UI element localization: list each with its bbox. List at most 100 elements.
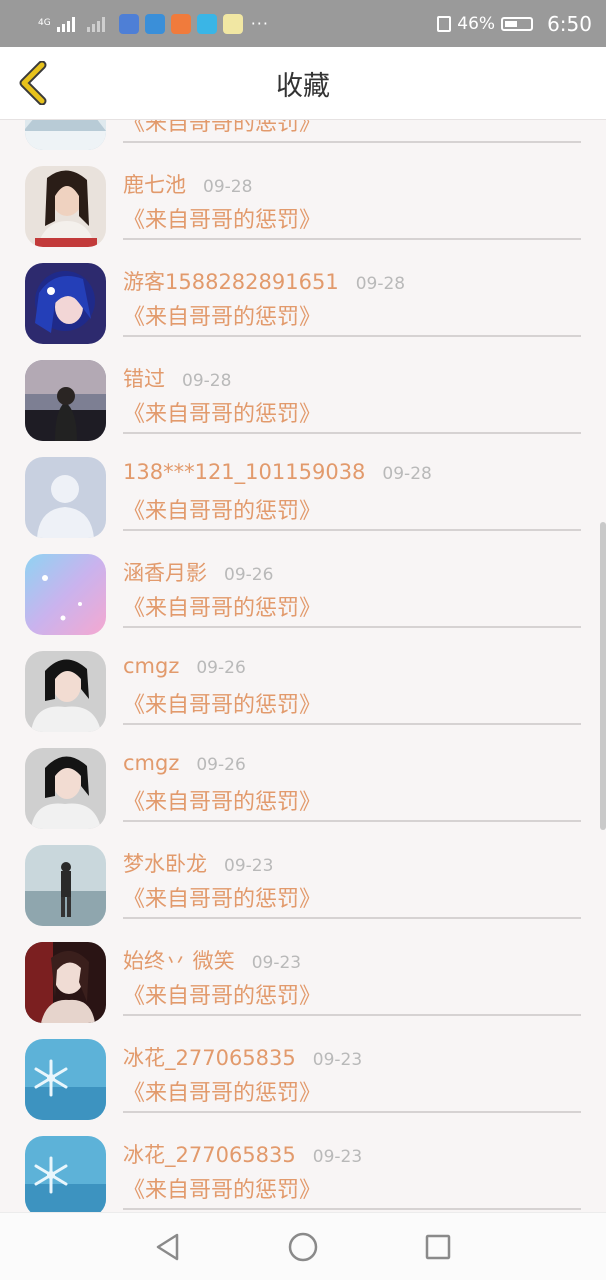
avatar[interactable]	[25, 554, 106, 635]
list-item[interactable]: 游客1588282891651 09-28 《来自哥哥的惩罚》	[0, 248, 606, 345]
list-item[interactable]: 鹿七池 09-28 《来自哥哥的惩罚》	[0, 151, 606, 248]
book-title[interactable]: 《来自哥哥的惩罚》	[123, 299, 321, 331]
signal-2-icon	[86, 16, 105, 32]
user-name[interactable]: 冰花_277065835	[123, 1042, 296, 1072]
triangle-back-icon	[156, 1233, 179, 1261]
divider	[123, 1208, 581, 1210]
list-item[interactable]: 138***121_101159038 09-28 《来自哥哥的惩罚》	[0, 442, 606, 539]
app-notification-icon	[222, 13, 243, 34]
book-title[interactable]: 《来自哥哥的惩罚》	[123, 396, 321, 428]
item-date: 09-23	[312, 1147, 363, 1167]
item-meta: 错过 09-28	[123, 363, 231, 393]
divider	[123, 335, 581, 337]
vibrate-icon	[437, 15, 452, 32]
list-item[interactable]: cmgz 09-26 《来自哥哥的惩罚》	[0, 733, 606, 830]
user-name[interactable]: 始终丷 微笑	[123, 945, 235, 975]
back-button[interactable]	[16, 60, 52, 106]
list-item[interactable]: 冰花_277065835 09-23 《来自哥哥的惩罚》	[0, 1024, 606, 1121]
book-title[interactable]: 《来自哥哥的惩罚》	[123, 978, 321, 1010]
avatar[interactable]	[25, 360, 106, 441]
avatar[interactable]	[25, 120, 106, 150]
nav-back-button[interactable]	[152, 1231, 184, 1263]
avatar[interactable]	[25, 845, 106, 926]
book-title[interactable]: 《来自哥哥的惩罚》	[123, 590, 321, 622]
divider	[123, 1111, 581, 1113]
item-date: 09-26	[196, 658, 246, 678]
app-notification-icon	[144, 13, 165, 34]
avatar[interactable]	[25, 1136, 106, 1212]
item-meta: 始终丷 微笑 09-23	[123, 945, 301, 975]
book-title[interactable]: 《来自哥哥的惩罚》	[123, 687, 321, 719]
avatar[interactable]	[25, 748, 106, 829]
status-bar: 4G ··· 46% 6:50	[0, 0, 606, 47]
book-title[interactable]: 《来自哥哥的惩罚》	[123, 784, 321, 816]
user-name[interactable]: cmgz	[123, 751, 179, 775]
user-name[interactable]: cmgz	[123, 654, 179, 678]
item-meta: 涵香月影 09-26	[123, 557, 273, 587]
avatar[interactable]	[25, 263, 106, 344]
avatar[interactable]	[25, 166, 106, 247]
item-meta: 138***121_101159038 09-28	[123, 460, 432, 484]
battery-percent: 46%	[457, 13, 496, 34]
header: 收藏	[0, 47, 606, 120]
divider	[123, 238, 581, 240]
app-notification-icon	[118, 13, 139, 34]
list-item[interactable]: 苏苏_46011432810-01《来自哥哥的惩罚》	[0, 120, 606, 151]
nav-home-button[interactable]	[287, 1231, 319, 1263]
list-item[interactable]: 涵香月影 09-26 《来自哥哥的惩罚》	[0, 539, 606, 636]
favorites-list[interactable]: 苏苏_46011432810-01《来自哥哥的惩罚》鹿七池 09-28 《来自哥哥的…	[0, 120, 606, 1212]
divider	[123, 432, 581, 434]
list-item[interactable]: 始终丷 微笑 09-23 《来自哥哥的惩罚》	[0, 927, 606, 1024]
divider	[123, 1014, 581, 1016]
list-item[interactable]: 梦水卧龙 09-23 《来自哥哥的惩罚》	[0, 830, 606, 927]
avatar[interactable]	[25, 651, 106, 732]
item-date: 09-28	[182, 371, 232, 391]
more-notifications-indicator: ···	[250, 14, 269, 33]
battery-icon	[501, 16, 534, 31]
item-meta: cmgz 09-26	[123, 751, 246, 775]
item-date: 09-23	[312, 1050, 363, 1070]
avatar[interactable]	[25, 1039, 106, 1120]
user-name[interactable]: 涵香月影	[123, 557, 207, 587]
page-title: 收藏	[276, 70, 330, 102]
system-nav-bar	[0, 1212, 606, 1280]
item-date: 09-28	[382, 464, 432, 484]
scrollbar[interactable]	[600, 522, 606, 830]
circle-home-icon	[288, 1232, 318, 1262]
book-title[interactable]: 《来自哥哥的惩罚》	[123, 493, 321, 525]
user-name[interactable]: 138***121_101159038	[123, 460, 365, 484]
book-title[interactable]: 《来自哥哥的惩罚》	[123, 1172, 321, 1204]
book-title[interactable]: 《来自哥哥的惩罚》	[123, 1075, 321, 1107]
divider	[123, 723, 581, 725]
user-name[interactable]: 鹿七池	[123, 169, 186, 199]
avatar[interactable]	[25, 942, 106, 1023]
user-name[interactable]: 错过	[123, 363, 165, 393]
list-item[interactable]: 错过 09-28 《来自哥哥的惩罚》	[0, 345, 606, 442]
signal-icon	[56, 16, 75, 32]
item-meta: 冰花_277065835 09-23	[123, 1139, 362, 1169]
item-meta: cmgz 09-26	[123, 654, 246, 678]
item-date: 09-26	[196, 755, 246, 775]
item-date: 09-28	[203, 177, 253, 197]
item-date: 09-23	[224, 856, 274, 876]
app-notification-icon	[196, 13, 217, 34]
book-title[interactable]: 《来自哥哥的惩罚》	[123, 202, 321, 234]
app-notification-icon	[170, 13, 191, 34]
user-name[interactable]: 梦水卧龙	[123, 848, 207, 878]
book-title[interactable]: 《来自哥哥的惩罚》	[123, 881, 321, 913]
item-meta: 游客1588282891651 09-28	[123, 266, 405, 296]
item-date: 09-26	[224, 565, 274, 585]
divider	[123, 141, 581, 143]
chevron-left-icon	[19, 60, 47, 106]
item-meta: 梦水卧龙 09-23	[123, 848, 273, 878]
network-type-label: 4G	[38, 18, 51, 28]
user-name[interactable]: 冰花_277065835	[123, 1139, 296, 1169]
user-name[interactable]: 游客1588282891651	[123, 266, 339, 296]
divider	[123, 917, 581, 919]
list-item[interactable]: cmgz 09-26 《来自哥哥的惩罚》	[0, 636, 606, 733]
clock: 6:50	[547, 11, 592, 36]
list-item[interactable]: 冰花_277065835 09-23 《来自哥哥的惩罚》	[0, 1121, 606, 1212]
nav-recents-button[interactable]	[422, 1231, 454, 1263]
book-title[interactable]: 《来自哥哥的惩罚》	[123, 120, 321, 137]
avatar[interactable]	[25, 457, 106, 538]
